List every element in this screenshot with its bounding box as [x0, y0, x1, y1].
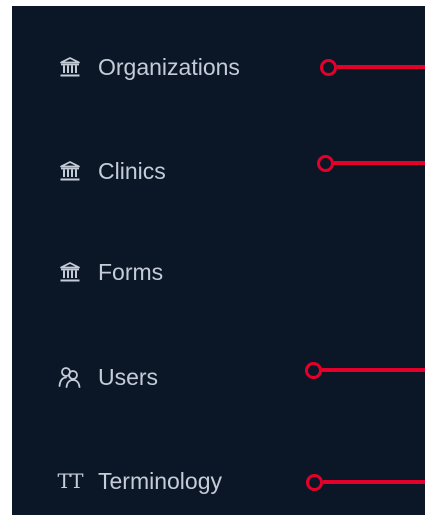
- nav-item-label: Clinics: [98, 157, 166, 184]
- users-icon: [58, 365, 82, 389]
- building-columns-icon: [58, 260, 82, 284]
- nav-item-forms[interactable]: Forms: [58, 252, 163, 292]
- screenshot-frame: Organizations Clinics Forms Users TT Ter…: [0, 0, 425, 527]
- annotation-pointer: [317, 155, 425, 172]
- annotation-pointer: [306, 474, 425, 491]
- nav-item-label: Users: [98, 363, 159, 390]
- nav-item-label: Terminology: [98, 467, 222, 494]
- nav-item-users[interactable]: Users: [58, 357, 158, 397]
- nav-item-organizations[interactable]: Organizations: [58, 47, 240, 87]
- building-columns-icon: [58, 159, 82, 183]
- nav-item-terminology[interactable]: TT Terminology: [57, 461, 222, 501]
- building-columns-icon: [58, 55, 82, 79]
- sidebar-nav: Organizations Clinics Forms Users TT Ter…: [12, 6, 425, 515]
- nav-item-label: Organizations: [98, 53, 240, 80]
- annotation-pointer: [305, 362, 425, 379]
- nav-item-clinics[interactable]: Clinics: [58, 151, 166, 191]
- text-size-icon: TT: [57, 469, 83, 493]
- nav-item-label: Forms: [98, 258, 164, 285]
- annotation-pointer: [320, 59, 425, 76]
